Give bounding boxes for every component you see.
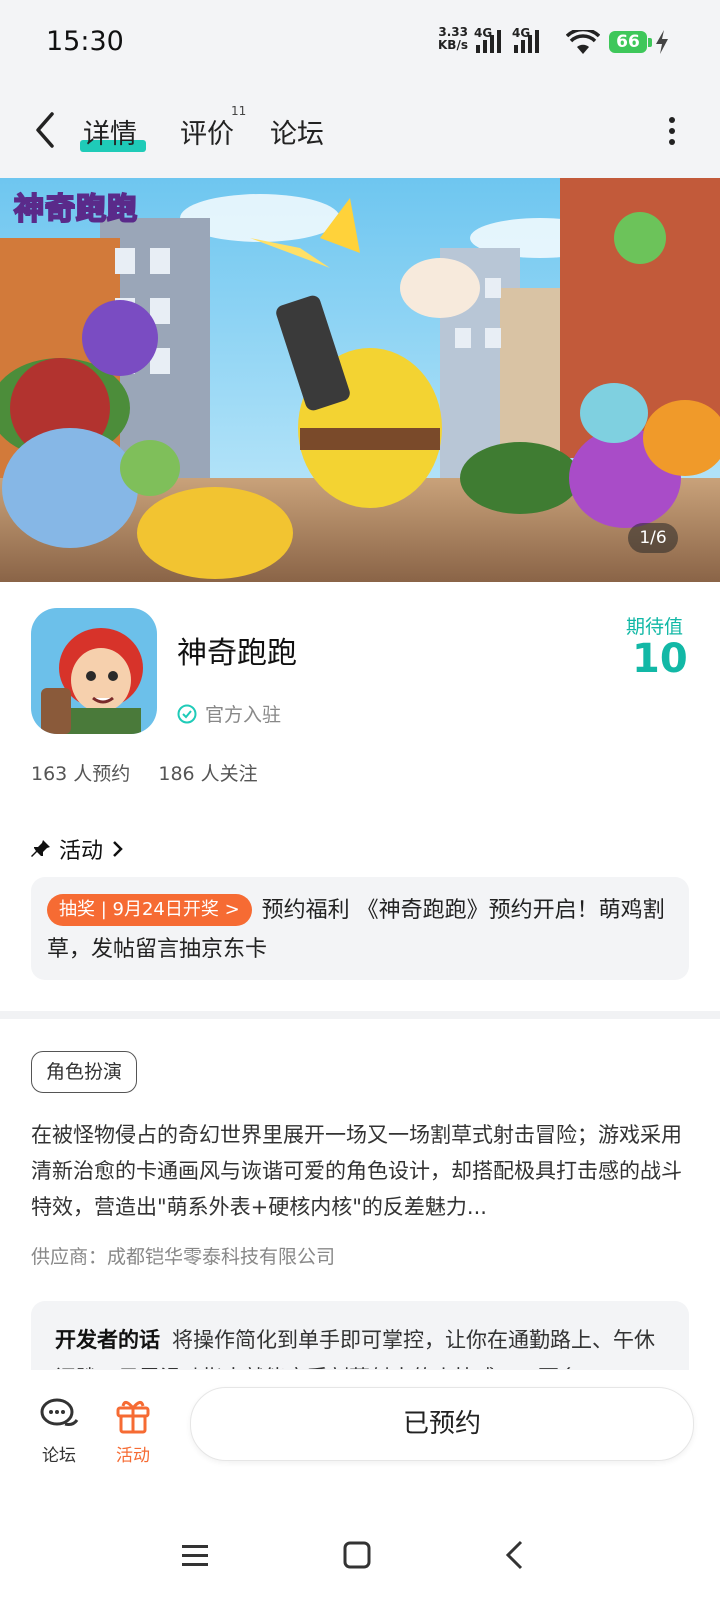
pin-icon bbox=[31, 840, 50, 857]
chevron-right-icon bbox=[113, 841, 123, 857]
genre-tag[interactable]: 角色扮演 bbox=[31, 1051, 138, 1093]
activity-content[interactable]: 抽奖 | 9月24日开奖 > 预约福利 《神奇跑跑》预约开启！萌鸡割草，发帖留言抽… bbox=[47, 891, 667, 969]
follower-count: 186 人关注 bbox=[158, 763, 258, 785]
app-stats: 163 人预约 186 人关注 bbox=[31, 759, 280, 786]
home-icon[interactable] bbox=[342, 1540, 372, 1574]
system-back-icon[interactable] bbox=[503, 1540, 527, 1574]
reservation-count: 163 人预约 bbox=[31, 763, 131, 785]
cell-signal-icon-2: 4G bbox=[512, 26, 544, 60]
bottom-forum[interactable]: 论坛 bbox=[24, 1396, 94, 1466]
tab-forum[interactable]: 论坛 bbox=[270, 112, 324, 151]
reserved-button[interactable]: 已预约 bbox=[190, 1387, 694, 1461]
hero-pager: 1/6 bbox=[628, 523, 678, 553]
reviews-count-badge: 11 bbox=[231, 104, 247, 118]
more-icon[interactable] bbox=[666, 116, 678, 150]
expect-label: 期待值 bbox=[626, 616, 684, 638]
gift-icon bbox=[116, 1401, 150, 1434]
game-description[interactable]: 在被怪物侵占的奇幻世界里展开一场又一场割草式射击冒险；游戏采用清新治愈的卡通画风… bbox=[31, 1117, 691, 1225]
check-circle-icon bbox=[177, 704, 197, 723]
expect-value: 10 bbox=[632, 636, 688, 682]
app-name: 神奇跑跑 bbox=[177, 636, 297, 671]
battery-icon: 66 bbox=[609, 31, 647, 53]
forum-icon bbox=[40, 1398, 79, 1426]
tab-details[interactable]: 详情 bbox=[83, 112, 137, 151]
charging-icon bbox=[655, 30, 669, 58]
wifi-icon bbox=[565, 27, 601, 60]
recent-apps-icon[interactable] bbox=[180, 1540, 210, 1574]
status-time: 15:30 bbox=[46, 26, 124, 57]
hero-banner[interactable]: 神奇跑跑 bbox=[0, 178, 720, 582]
official-badge: 官方入驻 bbox=[177, 700, 281, 727]
battery-tip bbox=[648, 38, 652, 47]
app-icon bbox=[31, 608, 157, 734]
back-icon[interactable] bbox=[30, 110, 60, 154]
cell-signal-icon: 4G bbox=[474, 26, 506, 60]
activity-header[interactable]: 活动 bbox=[31, 833, 125, 865]
developer-note: 开发者的话将操作简化到单手即可掌控，让你在通勤路上、午休间隙，只需滑动指尖就能享… bbox=[55, 1328, 655, 1369]
tab-reviews[interactable]: 评价 bbox=[180, 112, 234, 151]
section-divider bbox=[0, 1011, 720, 1019]
hero-logo-text: 神奇跑跑 bbox=[13, 191, 138, 228]
supplier-text: 供应商：成都铠华零泰科技有限公司 bbox=[31, 1246, 336, 1268]
lottery-badge: 抽奖 | 9月24日开奖 > bbox=[47, 894, 252, 926]
net-speed: 3.33 KB/s bbox=[438, 25, 468, 52]
bottom-activity[interactable]: 活动 bbox=[98, 1396, 168, 1466]
